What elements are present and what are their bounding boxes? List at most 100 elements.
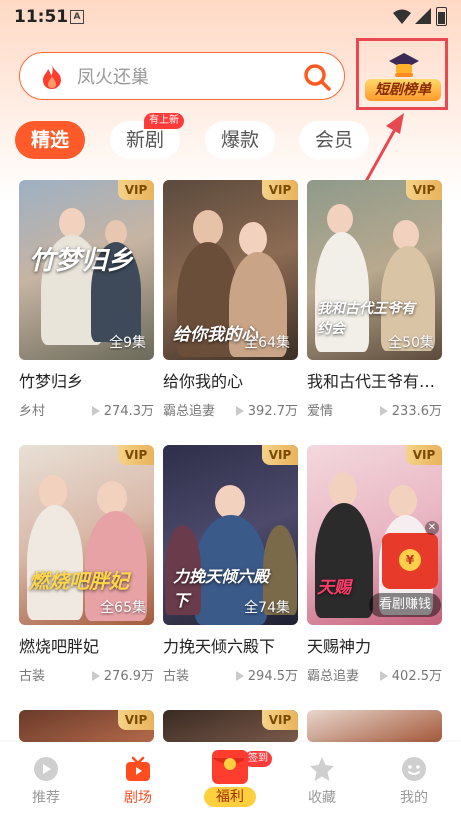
drama-poster: 天赐 ¥ ✕ 看剧赚钱 VIP [307, 445, 442, 625]
view-count: 402.5万 [379, 665, 442, 684]
drama-meta: 霸总追妻 402.5万 [307, 665, 442, 684]
red-envelope-icon[interactable]: ¥ [382, 533, 438, 589]
drama-poster: VIP [19, 710, 154, 742]
drama-tag: 霸总追妻 [163, 404, 216, 419]
drama-card[interactable]: 竹梦归乡 VIP 全9集 竹梦归乡 乡村 274.3万 [19, 180, 154, 419]
drama-poster: 给你我的心 VIP 全64集 [163, 180, 298, 360]
drama-ranking-button[interactable]: 短剧榜单 [356, 38, 448, 110]
tab-member[interactable]: 会员 [299, 121, 369, 159]
vip-badge: VIP [406, 180, 442, 200]
trophy-cap-icon [389, 53, 419, 77]
drama-poster: 我和古代王爷有约会 VIP 全50集 [307, 180, 442, 360]
bottom-navigation: 推荐 剧场 签到 福利 收藏 我的 [0, 742, 461, 819]
vip-badge: VIP [262, 445, 298, 465]
smiley-face-icon [402, 757, 426, 781]
nav-welfare-label: 福利 [204, 787, 256, 807]
drama-meta: 古装 294.5万 [163, 665, 298, 684]
drama-card[interactable]: 我和古代王爷有约会 VIP 全50集 我和古代王爷有… 爱情 233.6万 [307, 180, 442, 419]
tab-new-drama[interactable]: 新剧 有上新 [110, 113, 184, 159]
play-count-icon [91, 671, 100, 681]
poster-title-art: 天赐 [317, 578, 351, 598]
drama-card[interactable]: 给你我的心 VIP 全64集 给你我的心 霸总追妻 392.7万 [163, 180, 298, 419]
star-icon [310, 757, 334, 781]
tab-member-label: 会员 [314, 129, 353, 151]
drama-title: 燃烧吧胖妃 [19, 637, 100, 656]
nav-favorites[interactable]: 收藏 [276, 742, 368, 819]
tab-featured[interactable]: 精选 [15, 121, 85, 159]
drama-card[interactable]: 天赐 ¥ ✕ 看剧赚钱 VIP 天赐神力 霸总追妻 402.5万 [307, 445, 442, 684]
drama-meta: 古装 276.9万 [19, 665, 154, 684]
tab-featured-label: 精选 [30, 129, 69, 151]
nav-welfare[interactable]: 签到 福利 [184, 742, 276, 819]
nav-favorites-label: 收藏 [308, 790, 336, 806]
poster-title-art: 竹梦归乡 [29, 246, 134, 276]
nav-recommend-label: 推荐 [32, 790, 60, 806]
view-count: 392.7万 [235, 400, 298, 419]
status-bar: 11:51 A [0, 0, 461, 34]
drama-card[interactable] [307, 710, 442, 742]
sign-in-badge: 签到 [244, 751, 272, 767]
tv-icon [126, 756, 150, 781]
vip-badge: VIP [262, 710, 298, 730]
view-count: 233.6万 [379, 400, 442, 419]
drama-tag: 古装 [19, 669, 46, 684]
new-update-badge: 有上新 [144, 113, 184, 129]
search-input[interactable] [75, 62, 299, 92]
view-count: 274.3万 [91, 400, 154, 419]
flame-icon [43, 65, 61, 89]
play-circle-icon [34, 757, 58, 781]
drama-poster: 燃烧吧胖妃 VIP 全65集 [19, 445, 154, 625]
play-count-icon [379, 671, 388, 681]
search-bar[interactable] [19, 52, 345, 100]
drama-tag: 古装 [163, 669, 190, 684]
drama-tag: 乡村 [19, 404, 46, 419]
coin-icon: ¥ [399, 549, 421, 571]
nav-theater[interactable]: 剧场 [92, 742, 184, 819]
vip-badge: VIP [118, 445, 154, 465]
drama-ranking-label: 短剧榜单 [365, 79, 441, 101]
red-envelope-icon [212, 750, 248, 784]
play-count-icon [379, 406, 388, 416]
play-count-icon [91, 406, 100, 416]
search-icon[interactable] [303, 63, 331, 91]
drama-poster [307, 710, 442, 742]
drama-card[interactable]: 力挽天倾六殿下 VIP 全74集 力挽天倾六殿下 古装 294.5万 [163, 445, 298, 684]
drama-poster: VIP [163, 710, 298, 742]
drama-tag: 霸总追妻 [307, 669, 360, 684]
drama-meta: 爱情 233.6万 [307, 400, 442, 419]
vip-badge: VIP [118, 180, 154, 200]
drama-title: 力挽天倾六殿下 [163, 637, 276, 656]
signal-icon [415, 8, 431, 24]
drama-card[interactable]: 燃烧吧胖妃 VIP 全65集 燃烧吧胖妃 古装 276.9万 [19, 445, 154, 684]
nav-profile[interactable]: 我的 [368, 742, 460, 819]
battery-icon [436, 7, 447, 26]
drama-title: 给你我的心 [163, 372, 244, 391]
drama-poster: 竹梦归乡 VIP 全9集 [19, 180, 154, 360]
notification-a-icon: A [70, 10, 84, 24]
drama-poster: 力挽天倾六殿下 VIP 全74集 [163, 445, 298, 625]
watch-earn-button[interactable]: 看剧赚钱 [369, 593, 441, 617]
play-count-icon [235, 406, 244, 416]
play-count-icon [235, 671, 244, 681]
close-icon[interactable]: ✕ [425, 521, 439, 535]
wifi-icon [393, 9, 411, 24]
drama-title: 竹梦归乡 [19, 372, 84, 391]
drama-title: 天赐神力 [307, 637, 372, 656]
nav-profile-label: 我的 [400, 790, 428, 806]
vip-badge: VIP [406, 445, 442, 465]
episode-count: 全50集 [388, 335, 434, 351]
episode-count: 全64集 [244, 335, 290, 351]
drama-title: 我和古代王爷有… [307, 372, 436, 391]
episode-count: 全9集 [109, 335, 146, 351]
poster-title-art: 燃烧吧胖妃 [29, 569, 129, 593]
vip-badge: VIP [262, 180, 298, 200]
nav-theater-label: 剧场 [124, 790, 152, 806]
episode-count: 全65集 [100, 600, 146, 616]
tab-hits-label: 爆款 [220, 129, 259, 151]
drama-card[interactable]: VIP [163, 710, 298, 742]
drama-card[interactable]: VIP [19, 710, 154, 742]
tab-hits[interactable]: 爆款 [205, 121, 275, 159]
status-time: 11:51 [14, 7, 69, 27]
view-count: 294.5万 [235, 665, 298, 684]
nav-recommend[interactable]: 推荐 [0, 742, 92, 819]
